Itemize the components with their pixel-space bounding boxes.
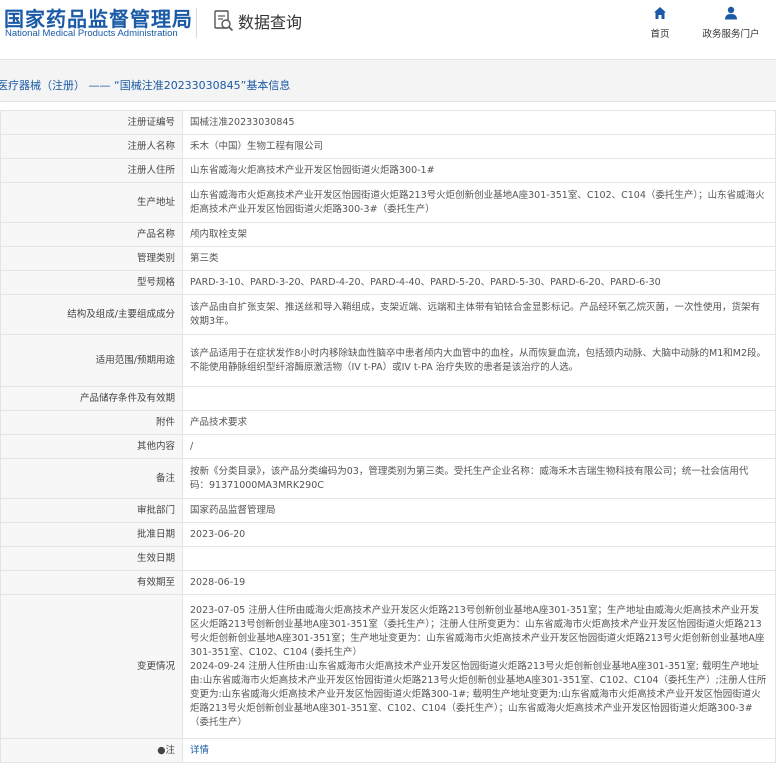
table-row: 产品储存条件及有效期 — [0, 386, 776, 411]
nav-service-portal[interactable]: 政务服务门户 — [696, 4, 766, 42]
row-label: ●注 — [0, 738, 183, 763]
table-row: 审批部门 国家药品监督管理局 — [0, 498, 776, 523]
table-row: 结构及组成/主要组成成分 该产品由自扩张支架、推送丝和导入鞘组成，支架近端、远端… — [0, 294, 776, 335]
table-row: 型号规格 PARD-3-10、PARD-3-20、PARD-4-20、PARD-… — [0, 270, 776, 295]
row-value: 2023-06-20 — [182, 522, 776, 547]
row-value — [182, 546, 776, 571]
site-logo-subtitle[interactable]: National Medical Products Administration — [5, 28, 178, 39]
document-search-icon — [214, 10, 234, 32]
row-value: 山东省威海市火炬高技术产业开发区怡园街道火炬路213号火炬创新创业基地A座301… — [182, 182, 776, 223]
row-label: 产品名称 — [0, 222, 183, 247]
header-divider — [196, 8, 197, 38]
table-row: 附件 产品技术要求 — [0, 410, 776, 435]
row-label: 注册人住所 — [0, 158, 183, 183]
row-label: 有效期至 — [0, 570, 183, 595]
row-value: / — [182, 434, 776, 459]
row-value: 该产品由自扩张支架、推送丝和导入鞘组成，支架近端、远端和主体带有铂铱合金显影标记… — [182, 294, 776, 335]
table-row: 产品名称 颅内取栓支架 — [0, 222, 776, 247]
table-row: 注册人住所 山东省威海火炬高技术产业开发区怡园街道火炬路300-1# — [0, 158, 776, 183]
table-row: 备注 按新《分类目录》，该产品分类编码为03，管理类别为第三类。受托生产企业名称… — [0, 458, 776, 499]
nav-home-label: 首页 — [650, 29, 670, 40]
site-header: 国家药品监督管理局 National Medical Products Admi… — [0, 0, 776, 46]
row-label: 产品储存条件及有效期 — [0, 386, 183, 411]
row-value: 山东省威海火炬高技术产业开发区怡园街道火炬路300-1# — [182, 158, 776, 183]
row-value: 颅内取栓支架 — [182, 222, 776, 247]
table-row: 适用范围/预期用途 该产品适用于在症状发作8小时内移除缺血性脑卒中患者颅内大血管… — [0, 334, 776, 387]
row-value: 国械注准20233030845 — [182, 110, 776, 135]
row-label: 注册证编号 — [0, 110, 183, 135]
table-row: 其他内容 / — [0, 434, 776, 459]
row-value: 第三类 — [182, 246, 776, 271]
row-label: 生产地址 — [0, 182, 183, 223]
device-info-table: 注册证编号 国械注准20233030845 注册人名称 禾木（中国）生物工程有限… — [0, 110, 776, 763]
row-label: 注册人名称 — [0, 134, 183, 159]
breadcrumb: 医疗器械（注册） —— “国械注准20233030845”基本信息 — [0, 60, 776, 102]
home-icon — [653, 6, 667, 20]
table-row: 生产地址 山东省威海市火炬高技术产业开发区怡园街道火炬路213号火炬创新创业基地… — [0, 182, 776, 223]
nav-home[interactable]: 首页 — [625, 4, 695, 42]
nav-service-portal-label: 政务服务门户 — [702, 29, 760, 40]
user-icon — [724, 6, 738, 20]
row-label: 变更情况 — [0, 594, 183, 739]
row-value: 按新《分类目录》，该产品分类编码为03，管理类别为第三类。受托生产企业名称：威海… — [182, 458, 776, 499]
details-link[interactable]: 详情 — [190, 745, 209, 756]
row-value: PARD-3-10、PARD-3-20、PARD-4-20、PARD-4-40、… — [182, 270, 776, 295]
table-row: 管理类别 第三类 — [0, 246, 776, 271]
data-query-title: 数据查询 — [214, 9, 302, 33]
row-value: 详情 — [182, 738, 776, 763]
row-label: 结构及组成/主要组成成分 — [0, 294, 183, 335]
table-row: 生效日期 — [0, 546, 776, 571]
table-row: 变更情况 2023-07-05 注册人住所由威海火炬高技术产业开发区火炬路213… — [0, 594, 776, 739]
breadcrumb-text: 医疗器械（注册） —— “国械注准20233030845”基本信息 — [0, 79, 291, 92]
row-label: 适用范围/预期用途 — [0, 334, 183, 387]
table-row: 注册人名称 禾木（中国）生物工程有限公司 — [0, 134, 776, 159]
row-value — [182, 386, 776, 411]
row-value: 禾木（中国）生物工程有限公司 — [182, 134, 776, 159]
row-label: 备注 — [0, 458, 183, 499]
change-history-value: 2023-07-05 注册人住所由威海火炬高技术产业开发区火炬路213号创新创业… — [182, 594, 776, 739]
row-label: 批准日期 — [0, 522, 183, 547]
table-row: 注册证编号 国械注准20233030845 — [0, 110, 776, 135]
row-label: 生效日期 — [0, 546, 183, 571]
row-label: 管理类别 — [0, 246, 183, 271]
row-value: 国家药品监督管理局 — [182, 498, 776, 523]
row-label: 型号规格 — [0, 270, 183, 295]
row-label: 其他内容 — [0, 434, 183, 459]
row-value: 2028-06-19 — [182, 570, 776, 595]
query-title-text: 数据查询 — [238, 13, 303, 32]
table-row: 批准日期 2023-06-20 — [0, 522, 776, 547]
table-row: ●注 详情 — [0, 738, 776, 763]
table-row: 有效期至 2028-06-19 — [0, 570, 776, 595]
row-label: 审批部门 — [0, 498, 183, 523]
row-value: 该产品适用于在症状发作8小时内移除缺血性脑卒中患者颅内大血管中的血栓，从而恢复血… — [182, 334, 776, 387]
row-label: 附件 — [0, 410, 183, 435]
row-value: 产品技术要求 — [182, 410, 776, 435]
